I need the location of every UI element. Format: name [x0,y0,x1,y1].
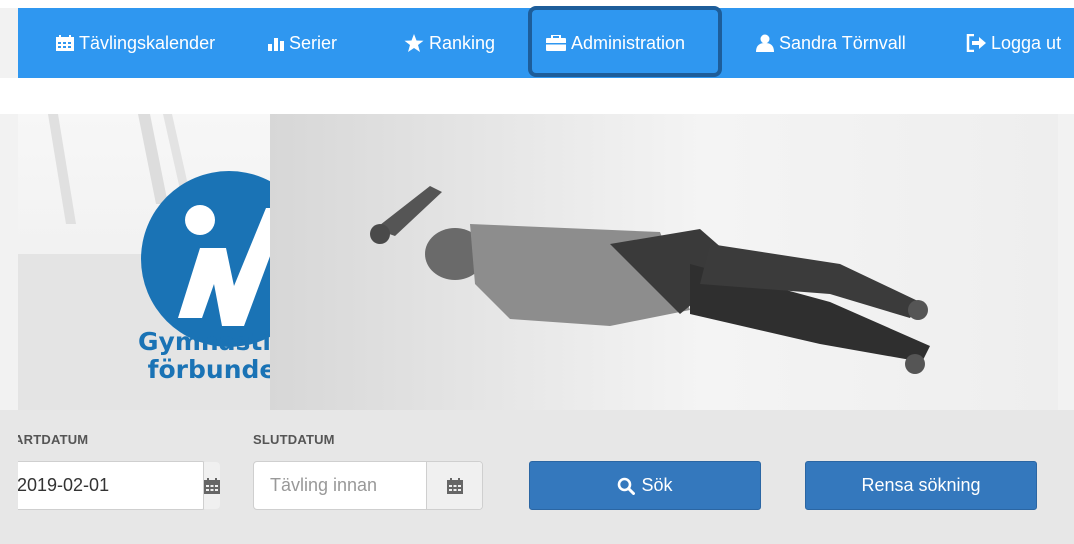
start-date-input[interactable] [18,462,203,509]
bar-chart-icon [268,38,284,51]
star-icon [404,34,424,52]
nav-label: Logga ut [991,32,1062,53]
nav-item-logout[interactable]: Logga ut [966,8,1061,78]
clear-search-label: Rensa sökning [861,475,981,495]
administration-highlight-frame [528,6,722,77]
start-date-label-clip: STARTDATUM [18,0,238,544]
search-button[interactable]: Sök [529,461,761,510]
search-button-label: Sök [641,475,673,495]
logout-icon [966,34,986,52]
gymnast-silhouette [370,186,930,374]
start-date-group [18,461,220,510]
nav-label: Ranking [429,32,496,53]
end-date-group [253,461,483,510]
calendar-icon [446,477,463,494]
hero-photo [270,114,1058,410]
end-date-calendar-button[interactable] [426,462,482,509]
nav-item-ranking[interactable]: Ranking [404,8,495,78]
search-icon [618,477,636,495]
end-date-input[interactable] [254,462,426,509]
nav-item-user[interactable]: Sandra Törnvall [756,8,906,78]
user-icon [756,34,774,52]
start-date-label: STARTDATUM [18,432,89,447]
clear-search-button[interactable]: Rensa sökning [805,461,1037,510]
nav-label: Sandra Törnvall [779,32,906,53]
nav-label: Serier [289,32,338,53]
end-date-label: SLUTDATUM [253,432,335,447]
nav-item-serier[interactable]: Serier [268,8,337,78]
calendar-icon [204,477,220,494]
start-date-calendar-button[interactable] [203,462,220,509]
